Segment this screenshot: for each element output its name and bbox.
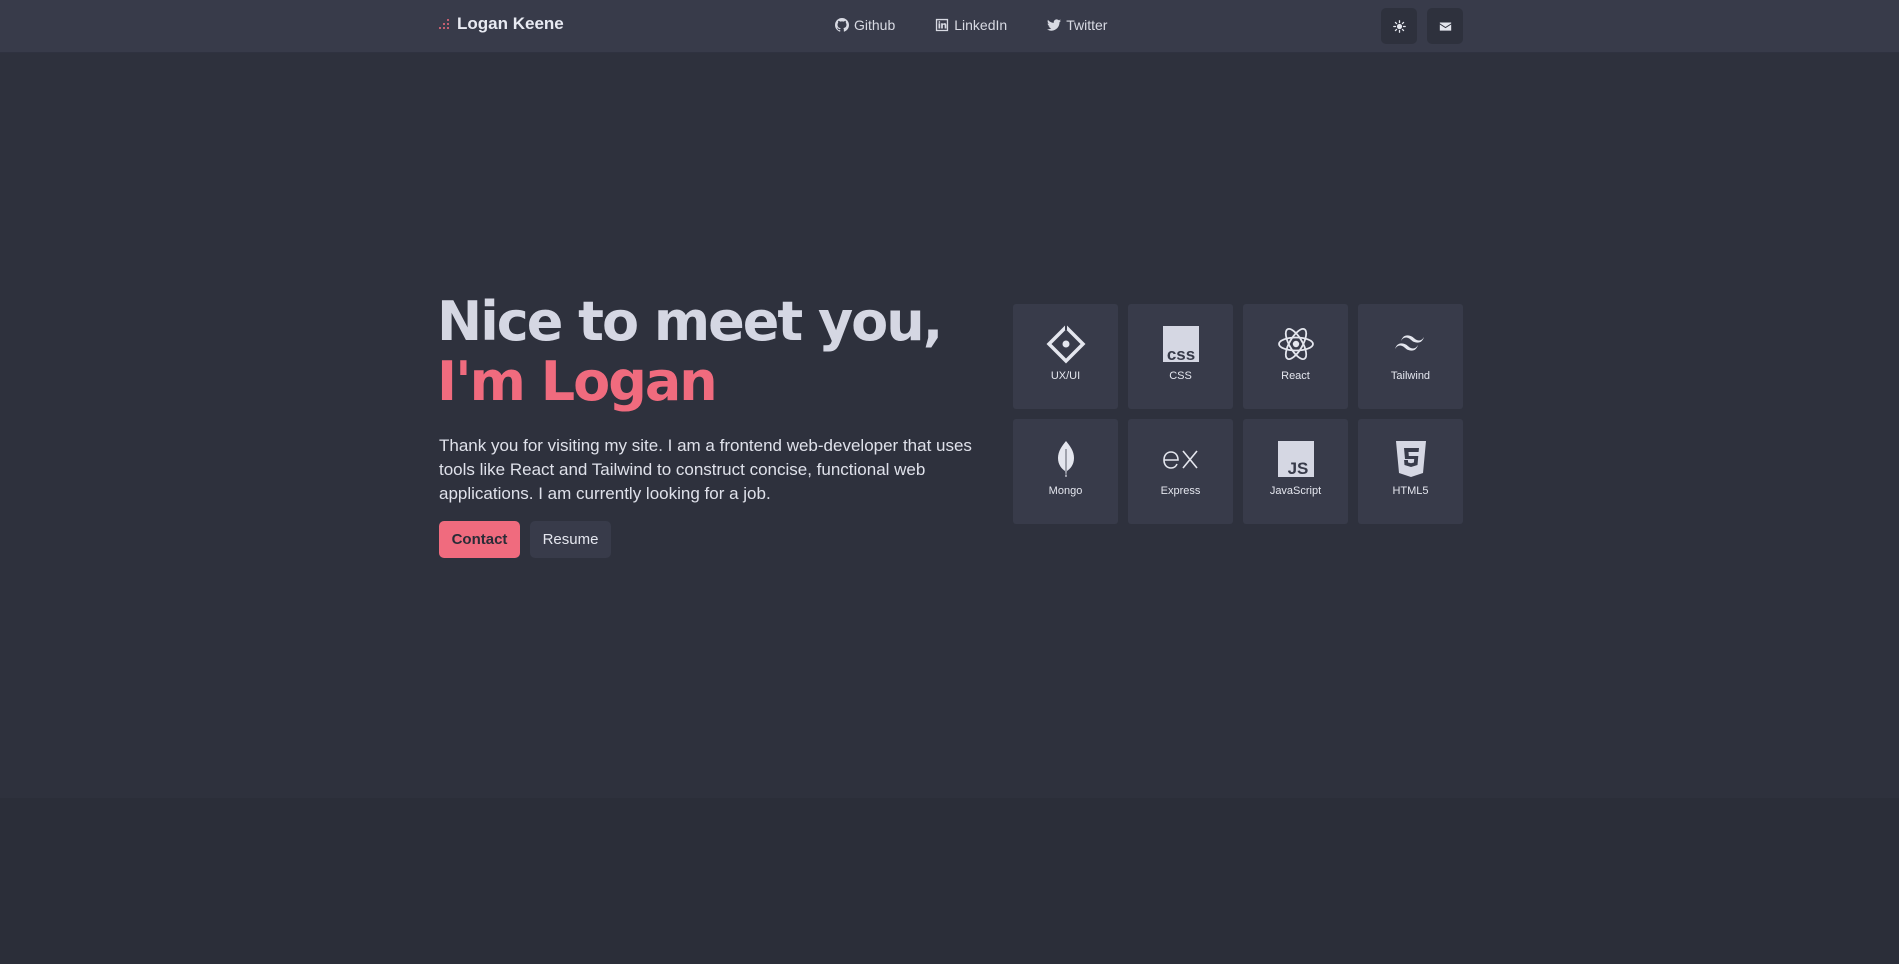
linkedin-icon: [936, 18, 949, 32]
uxui-icon: [1046, 324, 1085, 364]
hero-title-line1: Nice to meet you,: [437, 290, 943, 353]
nav-github[interactable]: Github: [835, 17, 895, 33]
mail-button[interactable]: [1427, 8, 1463, 44]
theme-toggle-button[interactable]: [1381, 8, 1417, 44]
hero-description: Thank you for visiting my site. I am a f…: [439, 436, 972, 503]
skill-label: JavaScript: [1269, 485, 1322, 497]
tailwind-icon: [1394, 335, 1424, 351]
nav-linkedin[interactable]: LinkedIn: [935, 17, 1007, 33]
contact-button[interactable]: Contact: [439, 521, 520, 558]
resume-button[interactable]: Resume: [530, 521, 611, 558]
skill-label: UX/UI: [1050, 370, 1081, 382]
skill-card-react: React: [1243, 304, 1348, 409]
main-nav: Github LinkedIn Twitter: [835, 17, 1107, 33]
express-icon: [1162, 450, 1198, 469]
hero-title-line2: I'm Logan: [437, 350, 718, 413]
twitter-icon: [1047, 19, 1062, 31]
skill-card-html5: HTML5: [1358, 419, 1463, 524]
site-header: Logan Keene Github LinkedIn Twitter: [0, 0, 1899, 53]
footer-section: [0, 798, 1899, 964]
brand-logo[interactable]: Logan Keene: [439, 14, 564, 34]
theme-toggle-icon: [1392, 19, 1406, 33]
skill-label: Mongo: [1048, 485, 1083, 497]
hero-title: Nice to meet you, I'm Logan: [437, 290, 943, 413]
html5-icon: [1395, 441, 1426, 477]
skill-card-tailwind: Tailwind: [1358, 304, 1463, 409]
skill-card-express: Express: [1128, 419, 1233, 524]
skill-card-uxui: UX/UI: [1013, 304, 1118, 409]
nav-twitter[interactable]: Twitter: [1047, 17, 1107, 33]
javascript-icon: JS: [1277, 441, 1314, 478]
github-icon: [835, 18, 849, 32]
skill-card-javascript: JS JavaScript: [1243, 419, 1348, 524]
css-icon: css: [1162, 326, 1199, 364]
nav-twitter-label: Twitter: [1066, 17, 1108, 33]
svg-text:JS: JS: [1287, 459, 1308, 478]
skill-card-css: css CSS: [1128, 304, 1233, 409]
skill-label: Tailwind: [1390, 370, 1431, 382]
nav-github-label: Github: [854, 17, 896, 33]
skill-label: React: [1281, 370, 1310, 382]
mail-icon: [1439, 21, 1451, 31]
skills-grid: UX/UI css CSS React Tailwind Mongo Expre…: [1013, 304, 1463, 524]
brand-dots-icon: [439, 18, 451, 30]
skill-card-mongo: Mongo: [1013, 419, 1118, 524]
skill-label: CSS: [1169, 370, 1192, 382]
svg-text:css: css: [1166, 345, 1194, 364]
react-icon: [1277, 328, 1314, 360]
brand-name: Logan Keene: [457, 14, 564, 33]
skill-label: HTML5: [1392, 485, 1429, 497]
nav-linkedin-label: LinkedIn: [954, 17, 1008, 33]
skill-label: Express: [1160, 485, 1201, 497]
mongo-icon: [1057, 441, 1074, 477]
